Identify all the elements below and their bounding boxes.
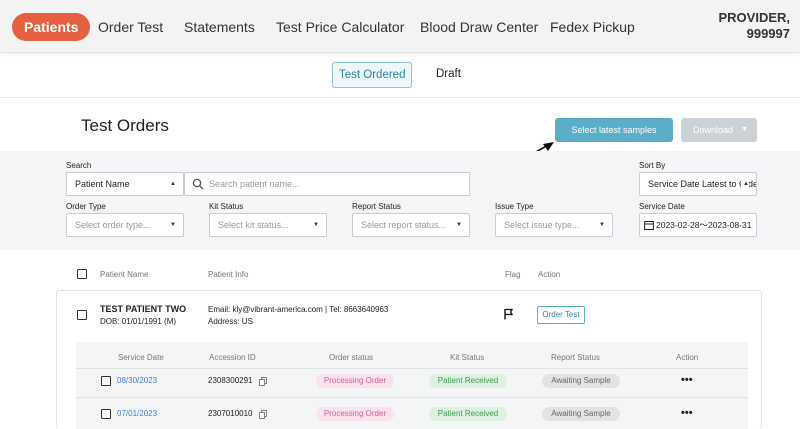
provider-account[interactable]: PROVIDER, 999997 bbox=[718, 10, 790, 42]
search-input[interactable]: Search patient name... bbox=[184, 172, 470, 196]
order-status-badge: Processing Order bbox=[316, 374, 394, 388]
download-label: Download bbox=[693, 125, 734, 135]
patient-address: Address: US bbox=[208, 317, 253, 326]
kit-status-placeholder: Select kit status... bbox=[218, 220, 289, 230]
calendar-icon bbox=[644, 221, 654, 230]
col-service-date: Service Date bbox=[118, 353, 164, 362]
order-type-label: Order Type bbox=[66, 202, 106, 211]
patient-dob: DOB: 01/01/1991 (M) bbox=[100, 317, 177, 326]
more-actions-icon[interactable]: ••• bbox=[681, 374, 693, 386]
orders-table bbox=[76, 342, 748, 429]
caret-up-icon: ▲ bbox=[741, 173, 749, 195]
kit-status-badge: Patient Received bbox=[429, 374, 507, 388]
accession-id: 2307010010 bbox=[208, 409, 253, 418]
sort-label: Sort By bbox=[639, 161, 666, 170]
copy-icon[interactable] bbox=[259, 377, 267, 386]
order-row-checkbox[interactable] bbox=[101, 409, 111, 419]
nav-item-test-price-calculator[interactable]: Test Price Calculator bbox=[276, 13, 404, 41]
search-placeholder: Search patient name... bbox=[209, 179, 300, 189]
issue-type-label: Issue Type bbox=[495, 202, 534, 211]
col-flag: Flag bbox=[505, 270, 521, 279]
more-actions-icon[interactable]: ••• bbox=[681, 407, 693, 419]
col-order-action: Action bbox=[676, 353, 699, 362]
flag-icon[interactable] bbox=[503, 308, 515, 320]
caret-down-icon: ▼ bbox=[599, 222, 605, 228]
service-date-label: Service Date bbox=[639, 202, 685, 211]
col-action: Action bbox=[538, 270, 561, 279]
top-nav: Patients Order Test Statements Test Pric… bbox=[0, 0, 800, 53]
provider-name: PROVIDER, bbox=[718, 10, 790, 25]
order-row-checkbox[interactable] bbox=[101, 376, 111, 386]
chevron-down-icon: ▼ bbox=[741, 126, 748, 133]
order-type-placeholder: Select order type... bbox=[75, 220, 151, 230]
accession-id: 2308300291 bbox=[208, 376, 253, 385]
col-accession-id: Accession ID bbox=[209, 353, 256, 362]
service-date-link[interactable]: 08/30/2023 bbox=[117, 376, 157, 385]
sort-select[interactable]: Service Date Latest to Oldest ▲ bbox=[639, 172, 757, 196]
patient-contact: Email: kly@vibrant-america.com | Tel: 86… bbox=[208, 305, 389, 314]
issue-type-placeholder: Select issue type... bbox=[504, 220, 580, 230]
tab-draft[interactable]: Draft bbox=[430, 62, 467, 88]
search-type-value: Patient Name bbox=[75, 179, 130, 189]
col-report-status: Report Status bbox=[551, 353, 600, 362]
select-all-checkbox[interactable] bbox=[77, 269, 87, 279]
patient-name: TEST PATIENT TWO bbox=[100, 304, 187, 314]
nav-item-patients[interactable]: Patients bbox=[12, 13, 91, 41]
nav-item-order-test[interactable]: Order Test bbox=[98, 13, 163, 41]
report-status-badge: Awaiting Sample bbox=[542, 374, 620, 388]
service-date-range-picker[interactable]: 2023-02-28～2023-08-31 bbox=[639, 213, 757, 237]
report-status-badge: Awaiting Sample bbox=[542, 407, 620, 421]
report-status-placeholder: Select report status... bbox=[361, 220, 447, 230]
col-patient-name: Patient Name bbox=[100, 270, 149, 279]
kit-status-select[interactable]: Select kit status... ▼ bbox=[209, 213, 327, 237]
kit-status-badge: Patient Received bbox=[429, 407, 507, 421]
order-type-select[interactable]: Select order type... ▼ bbox=[66, 213, 184, 237]
nav-item-blood-draw-center[interactable]: Blood Draw Center bbox=[420, 13, 538, 41]
service-date-value: 2023-02-28～2023-08-31 bbox=[656, 220, 752, 230]
subtab-bar: Test Ordered Draft bbox=[0, 53, 800, 98]
download-button[interactable]: Download ▼ bbox=[681, 118, 757, 142]
report-status-label: Report Status bbox=[352, 202, 401, 211]
kit-status-label: Kit Status bbox=[209, 202, 244, 211]
order-test-button[interactable]: Order Test bbox=[537, 306, 585, 324]
patient-checkbox[interactable] bbox=[77, 310, 87, 320]
issue-type-select[interactable]: Select issue type... ▼ bbox=[495, 213, 613, 237]
order-status-badge: Processing Order bbox=[316, 407, 394, 421]
col-order-status: Order status bbox=[329, 353, 374, 362]
search-icon bbox=[192, 178, 204, 190]
select-latest-samples-button[interactable]: Select latest samples bbox=[555, 118, 673, 142]
caret-down-icon: ▼ bbox=[170, 222, 176, 228]
row-divider bbox=[76, 397, 748, 398]
col-patient-info: Patient Info bbox=[208, 270, 249, 279]
nav-item-statements[interactable]: Statements bbox=[184, 13, 255, 41]
search-type-select[interactable]: Patient Name ▲ bbox=[66, 172, 184, 196]
caret-down-icon: ▼ bbox=[454, 214, 462, 236]
search-label: Search bbox=[66, 161, 92, 170]
report-status-select[interactable]: Select report status... ▼ bbox=[352, 213, 470, 237]
col-kit-status: Kit Status bbox=[450, 353, 485, 362]
caret-down-icon: ▼ bbox=[313, 222, 319, 228]
provider-id: 999997 bbox=[746, 26, 790, 41]
tab-test-ordered[interactable]: Test Ordered bbox=[332, 62, 413, 88]
page-title: Test Orders bbox=[81, 116, 169, 135]
nav-item-fedex-pickup[interactable]: Fedex Pickup bbox=[550, 13, 635, 41]
service-date-link[interactable]: 07/01/2023 bbox=[117, 409, 157, 418]
row-divider bbox=[76, 368, 748, 369]
copy-icon[interactable] bbox=[259, 410, 267, 419]
caret-up-icon: ▲ bbox=[170, 181, 176, 187]
